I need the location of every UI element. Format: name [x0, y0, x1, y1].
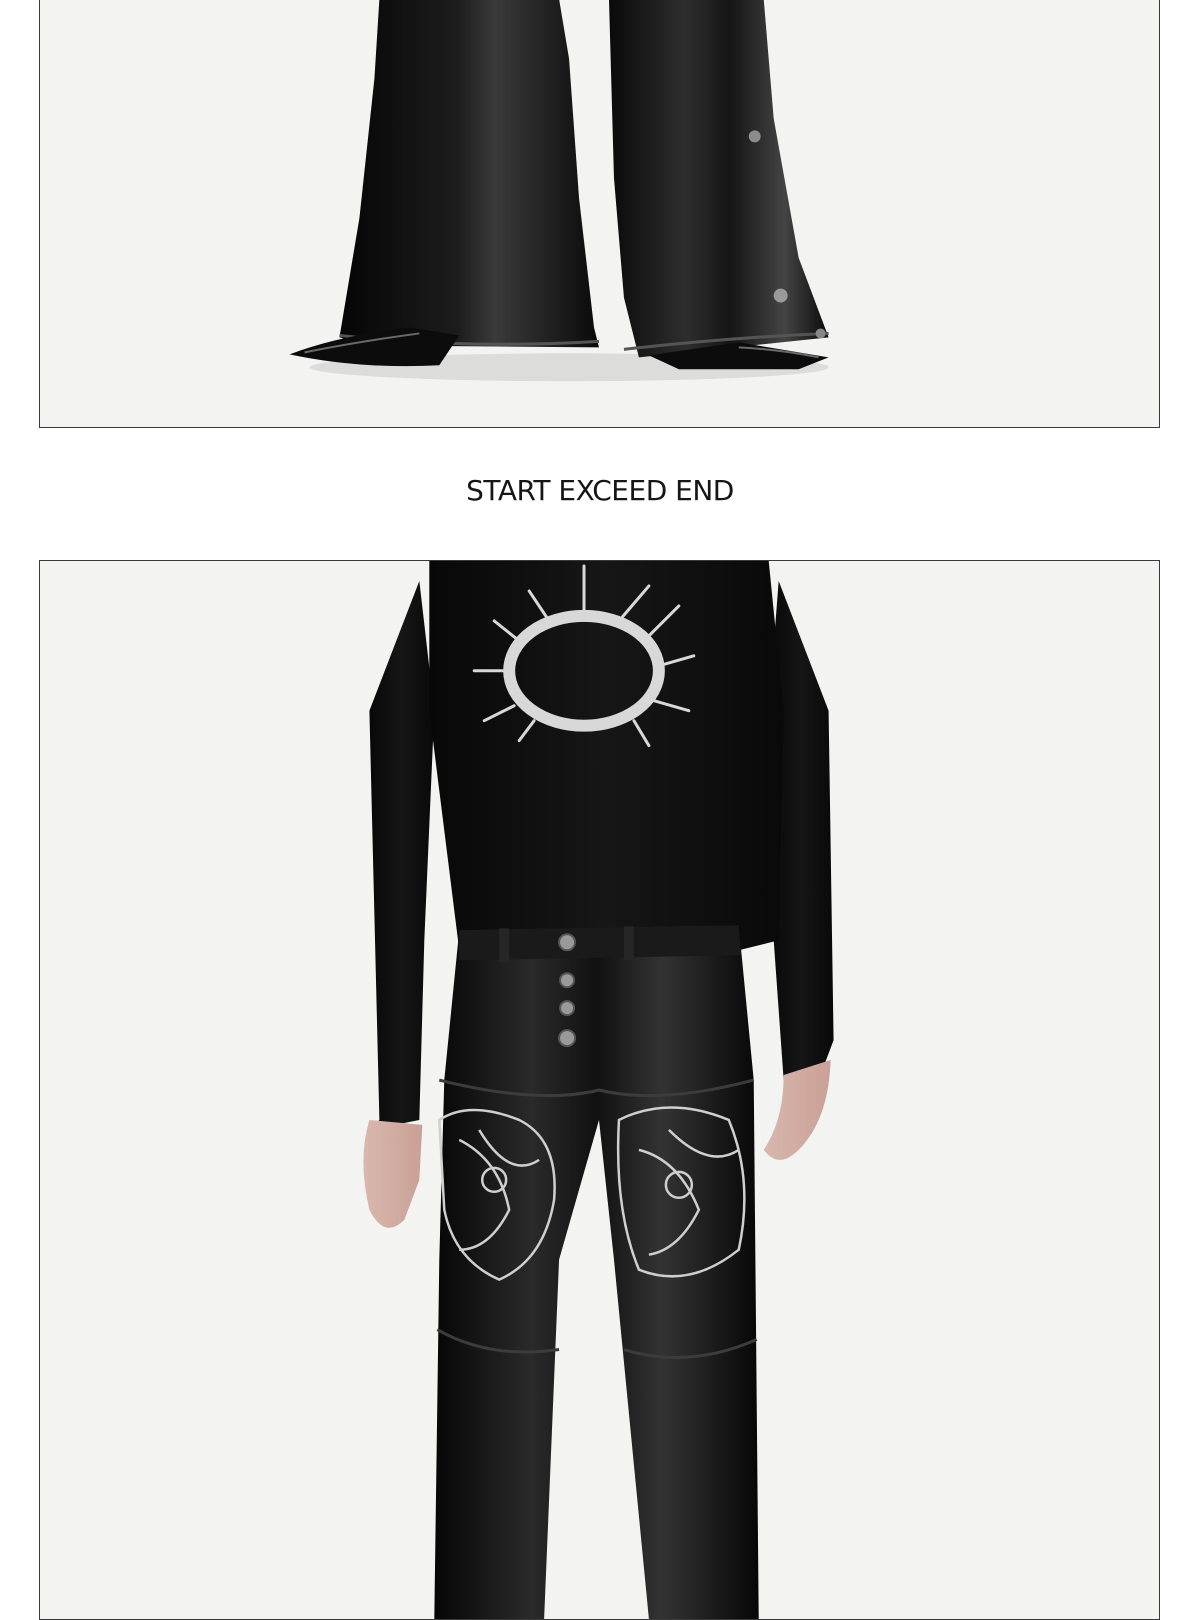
product-photo-pants-lower: [39, 0, 1160, 428]
outfit-illustration: [40, 561, 1159, 1619]
pants-lower-illustration: [40, 0, 1159, 427]
section-title: START EXCEED END: [466, 474, 734, 507]
product-photo-outfit: [39, 560, 1160, 1620]
